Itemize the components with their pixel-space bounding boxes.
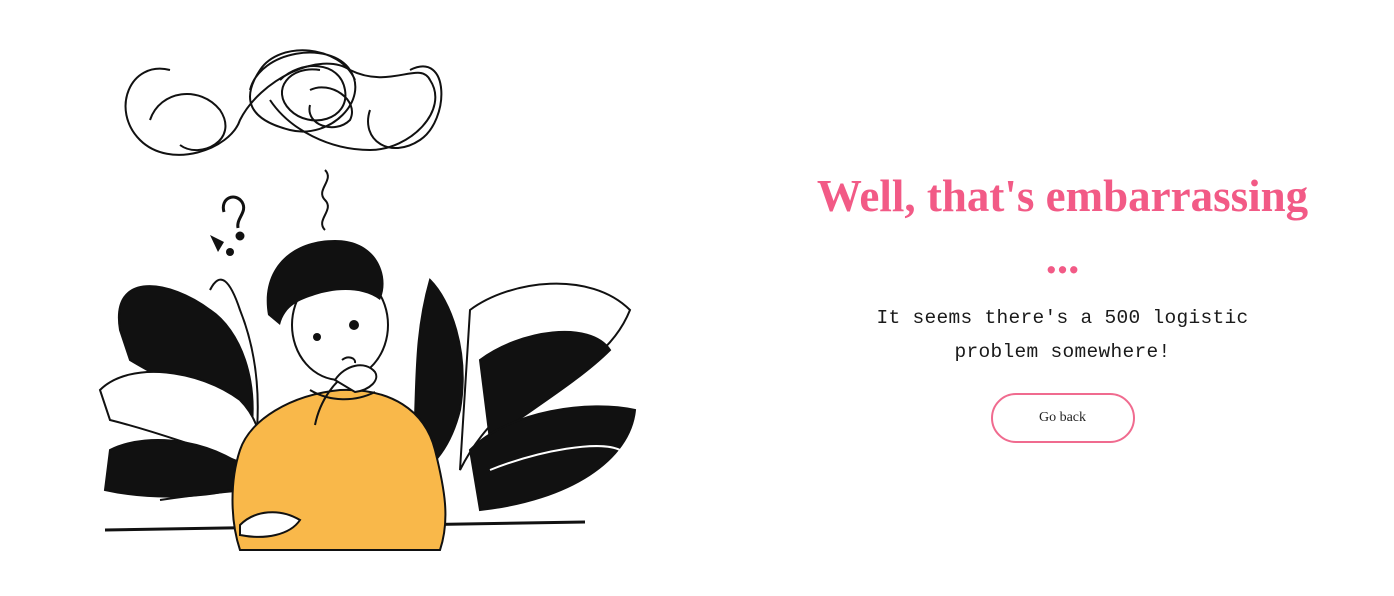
error-page: Well, that's embarrassing ... It seems t…: [0, 0, 1394, 596]
go-back-button[interactable]: Go back: [990, 393, 1135, 443]
scribble-cloud: [124, 49, 443, 231]
exclamation-icon: [210, 235, 234, 256]
question-mark-icon: [221, 195, 246, 241]
error-description: It seems there's a 500 logistic problem …: [876, 307, 1249, 363]
error-title: Well, that's embarrassing ...: [816, 171, 1309, 283]
man-figure: [231, 240, 447, 551]
confused-man-illustration: [98, 49, 637, 551]
error-message-panel: Well, that's embarrassing ... It seems t…: [800, 165, 1325, 443]
